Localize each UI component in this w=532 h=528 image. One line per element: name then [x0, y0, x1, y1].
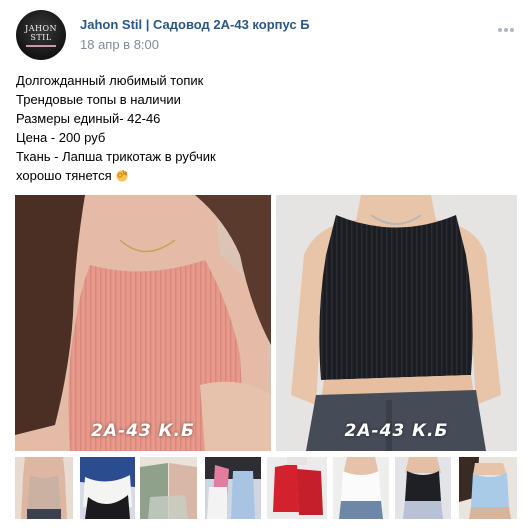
post-text-line: Цена - 200 руб — [16, 130, 106, 145]
thumbnail-image — [140, 457, 197, 519]
black-top-illustration — [276, 195, 517, 451]
post-date[interactable]: 18 апр в 8:00 — [80, 37, 159, 52]
more-dots-icon — [510, 28, 514, 32]
ok-hand-icon — [116, 169, 128, 182]
thumbnail-1[interactable] — [15, 457, 73, 519]
thumbnail-image — [333, 457, 389, 519]
avatar-logo-text-1: JAHON — [24, 23, 58, 33]
thumbnail-8[interactable] — [459, 457, 517, 519]
post-text-line-last: хорошо тянется — [16, 166, 516, 185]
photo-watermark: 2А-43 К.Б — [344, 421, 449, 441]
thumbnail-image — [205, 457, 261, 519]
thumbnail-3[interactable] — [140, 457, 197, 519]
thumbnail-7[interactable] — [395, 457, 451, 519]
post-text-line: хорошо тянется — [16, 168, 112, 183]
avatar-logo-text-2: STIL — [30, 32, 52, 42]
more-dots-icon — [504, 28, 508, 32]
thumbnail-image — [395, 457, 451, 519]
post-text-line: Долгожданный любимый топик — [16, 73, 204, 88]
thumbnail-2[interactable] — [80, 457, 135, 519]
thumbnail-6[interactable] — [333, 457, 389, 519]
thumbnail-5[interactable] — [267, 457, 327, 519]
post-text-line: Ткань - Лапша трикотаж в рубчик — [16, 149, 216, 164]
thumbnail-image — [267, 457, 327, 519]
thumbnail-image — [15, 457, 73, 519]
thumbnail-image — [80, 457, 135, 519]
black-ribbed-top-photo[interactable]: 2А-43 К.Б — [276, 195, 517, 451]
thumbnail-4[interactable] — [205, 457, 261, 519]
more-dots-icon — [498, 28, 502, 32]
post-text: Долгожданный любимый топик Трендовые топ… — [16, 71, 516, 185]
author-name-link[interactable]: Jahon Stil | Садовод 2А-43 корпус Б — [80, 17, 310, 32]
post-text-line: Размеры единый- 42-46 — [16, 111, 161, 126]
post-header: JAHON STIL Jahon Stil | Садовод 2А-43 ко… — [16, 10, 516, 60]
photo-watermark: 2А-43 К.Б — [91, 421, 195, 441]
photo-thumbnail-strip — [15, 457, 517, 519]
pink-top-illustration — [15, 195, 271, 451]
more-options-button[interactable] — [496, 22, 516, 38]
thumbnail-image — [459, 457, 517, 519]
pink-ribbed-top-photo[interactable]: 2А-43 К.Б — [15, 195, 271, 451]
avatar[interactable]: JAHON STIL — [16, 10, 66, 60]
post-text-line: Трендовые топы в наличии — [16, 92, 181, 107]
avatar-logo-bar — [26, 44, 56, 47]
